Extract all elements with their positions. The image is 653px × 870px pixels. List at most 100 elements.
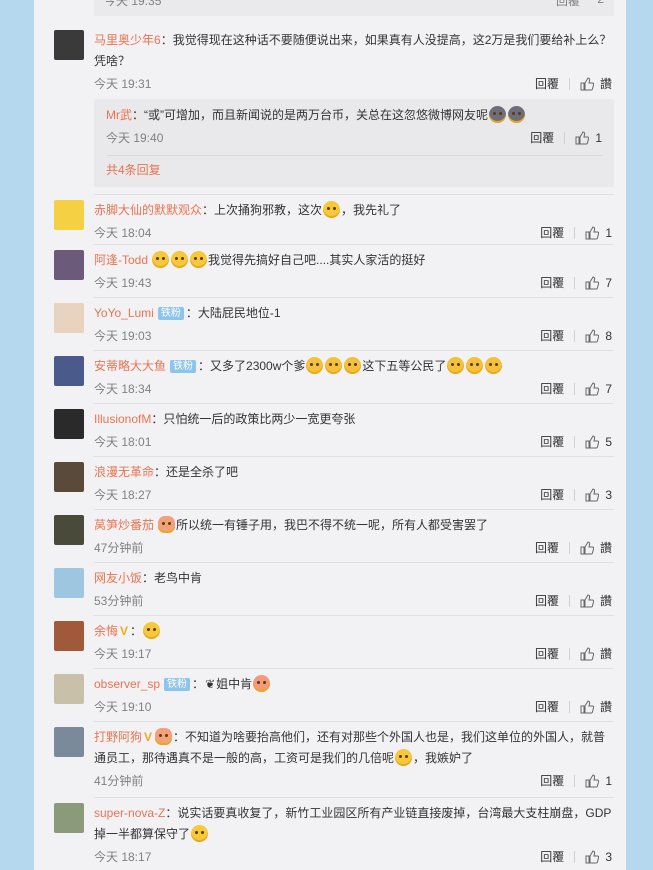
username-link[interactable]: 马里奥少年6 (94, 33, 161, 47)
username-link[interactable]: 打野阿狗 (94, 730, 142, 744)
comment-text: ：又多了2300w个爹 (198, 359, 306, 373)
divider (574, 436, 576, 448)
comment-text: ： (130, 624, 143, 638)
comment-actions: 回覆 7 (540, 272, 612, 297)
reply-button[interactable]: 回覆 (535, 77, 559, 91)
thumbs-up-icon[interactable] (580, 76, 595, 98)
avatar[interactable] (54, 356, 84, 386)
thumbs-up-icon[interactable] (580, 646, 595, 668)
comment-actions: 回覆 7 (540, 378, 612, 403)
thumbs-up-icon[interactable] (585, 434, 600, 456)
username-link[interactable]: observer_sp (94, 677, 160, 691)
comment-meta: 今天 19:10 回覆 讚 (94, 696, 612, 718)
avatar[interactable] (54, 515, 84, 545)
avatar[interactable] (54, 250, 84, 280)
paw-emoji-icon: ❦ (205, 677, 216, 691)
avatar[interactable] (54, 674, 84, 704)
divider (106, 155, 602, 156)
reply-button[interactable]: 回覆 (530, 131, 554, 145)
comment-time: 今天 19:03 (94, 329, 152, 343)
sub-reply-line: Mr武：“或”可增加，而且新闻说的是两万台币，关总在这忽悠微博网友呢 (106, 105, 602, 126)
crying-emoji-icon (344, 357, 362, 374)
thumbs-up-icon[interactable] (575, 130, 590, 152)
reply-button[interactable]: 回覆 (540, 488, 564, 502)
username-link[interactable]: 余悔 (94, 624, 118, 638)
thumbs-up-icon[interactable] (585, 487, 600, 509)
divider (574, 330, 576, 342)
reply-button[interactable]: 回覆 (556, 0, 580, 9)
avatar[interactable] (54, 621, 84, 651)
username-link[interactable]: 网友小饭 (94, 571, 142, 585)
avatar[interactable] (54, 303, 84, 333)
comment-text-line: 安蒂略大大鱼 铁粉 ：又多了2300w个爹 这下五等公民了 (94, 356, 612, 377)
comment-meta: 今天 19:17 回覆 讚 (94, 643, 612, 665)
thumbs-up-icon[interactable] (580, 540, 595, 562)
thumbs-up-icon[interactable] (585, 328, 600, 350)
avatar[interactable] (54, 409, 84, 439)
thumbs-up-icon[interactable] (585, 275, 600, 297)
comment-text: ：说实话要真收复了，新竹工业园区所有产业链直接废掉，台湾最大支柱崩盘，GDP掉一… (94, 806, 612, 841)
username-link[interactable]: 浪漫无革命 (94, 465, 154, 479)
reply-button[interactable]: 回覆 (540, 774, 564, 788)
reply-button[interactable]: 回覆 (540, 226, 564, 240)
username-link[interactable]: YoYo_Lumi (94, 306, 154, 320)
reply-time: 今天 19:35 (104, 0, 162, 8)
like-count: 2 (597, 0, 604, 6)
thumbs-up-icon[interactable] (585, 849, 600, 870)
emoji-icon (191, 825, 209, 842)
comment-actions: 回覆 3 (540, 846, 612, 870)
like-label: 讚 (599, 541, 612, 555)
reply-button[interactable]: 回覆 (535, 541, 559, 555)
divider (568, 648, 570, 660)
divider (94, 509, 614, 510)
comment-text-line: 莴笋炒番茄 所以统一有锤子用，我巴不得不统一呢，所有人都受害罢了 (94, 515, 612, 536)
divider (564, 132, 566, 144)
username-link[interactable]: Mr武 (106, 108, 132, 122)
comment-meta: 今天 19:31 回覆 讚 (94, 73, 612, 95)
vip-icon: V (144, 730, 153, 744)
divider (574, 277, 576, 289)
comment-text: 我觉得先搞好自己吧....其实人家活的挺好 (208, 253, 426, 267)
username-link[interactable]: 莴笋炒番茄 (94, 518, 154, 532)
avatar[interactable] (54, 462, 84, 492)
comment-actions: 回覆 8 (540, 325, 612, 350)
crying-emoji-icon (325, 357, 343, 374)
emoji-icon (190, 251, 208, 268)
comment-text-tail: 姐中肯 (216, 677, 253, 691)
sub-reply-text: ：“或”可增加，而且新闻说的是两万台币，关总在这忽悠微博网友呢 (132, 108, 488, 122)
crying-emoji-icon (466, 357, 484, 374)
avatar[interactable] (54, 200, 84, 230)
comment-text: 所以统一有锤子用，我巴不得不统一呢，所有人都受害罢了 (176, 518, 489, 532)
reply-button[interactable]: 回覆 (535, 647, 559, 661)
thumbs-up-icon[interactable] (580, 699, 595, 721)
username-link[interactable]: IllusionofM (94, 412, 151, 426)
thumbs-up-icon[interactable] (580, 593, 595, 615)
comment-meta: 今天 18:27 回覆 3 (94, 484, 612, 506)
reply-button[interactable]: 回覆 (540, 435, 564, 449)
avatar[interactable] (54, 727, 84, 757)
reply-button[interactable]: 回覆 (540, 850, 564, 864)
comment-actions: 回覆 讚 (535, 73, 612, 98)
username-link[interactable]: 阿逢-Todd (94, 253, 148, 267)
reply-button[interactable]: 回覆 (535, 594, 559, 608)
thumbs-up-icon[interactable] (585, 773, 600, 795)
comment-time: 今天 18:17 (94, 850, 152, 864)
reply-button[interactable]: 回覆 (540, 329, 564, 343)
reply-button[interactable]: 回覆 (535, 700, 559, 714)
divider (574, 851, 576, 863)
comment-text: ：上次捅狗邪教，这次 (202, 203, 323, 217)
avatar[interactable] (54, 30, 84, 60)
username-link[interactable]: super-nova-Z (94, 806, 165, 820)
reply-button[interactable]: 回覆 (540, 382, 564, 396)
fan-badge: 铁粉 (164, 678, 191, 691)
thumbs-up-icon[interactable] (585, 381, 600, 403)
avatar[interactable] (54, 568, 84, 598)
avatar[interactable] (54, 803, 84, 833)
comment-meta: 今天 18:17 回覆 3 (94, 846, 612, 868)
username-link[interactable]: 安蒂略大大鱼 (94, 359, 166, 373)
comment-text-tail: 这下五等公民了 (362, 359, 447, 373)
more-replies-link[interactable]: 共4条回复 (106, 161, 161, 178)
reply-button[interactable]: 回覆 (540, 276, 564, 290)
username-link[interactable]: 赤脚大仙的默默观众 (94, 203, 202, 217)
sub-reply-meta: 今天 19:40 回覆 1 (106, 127, 602, 149)
